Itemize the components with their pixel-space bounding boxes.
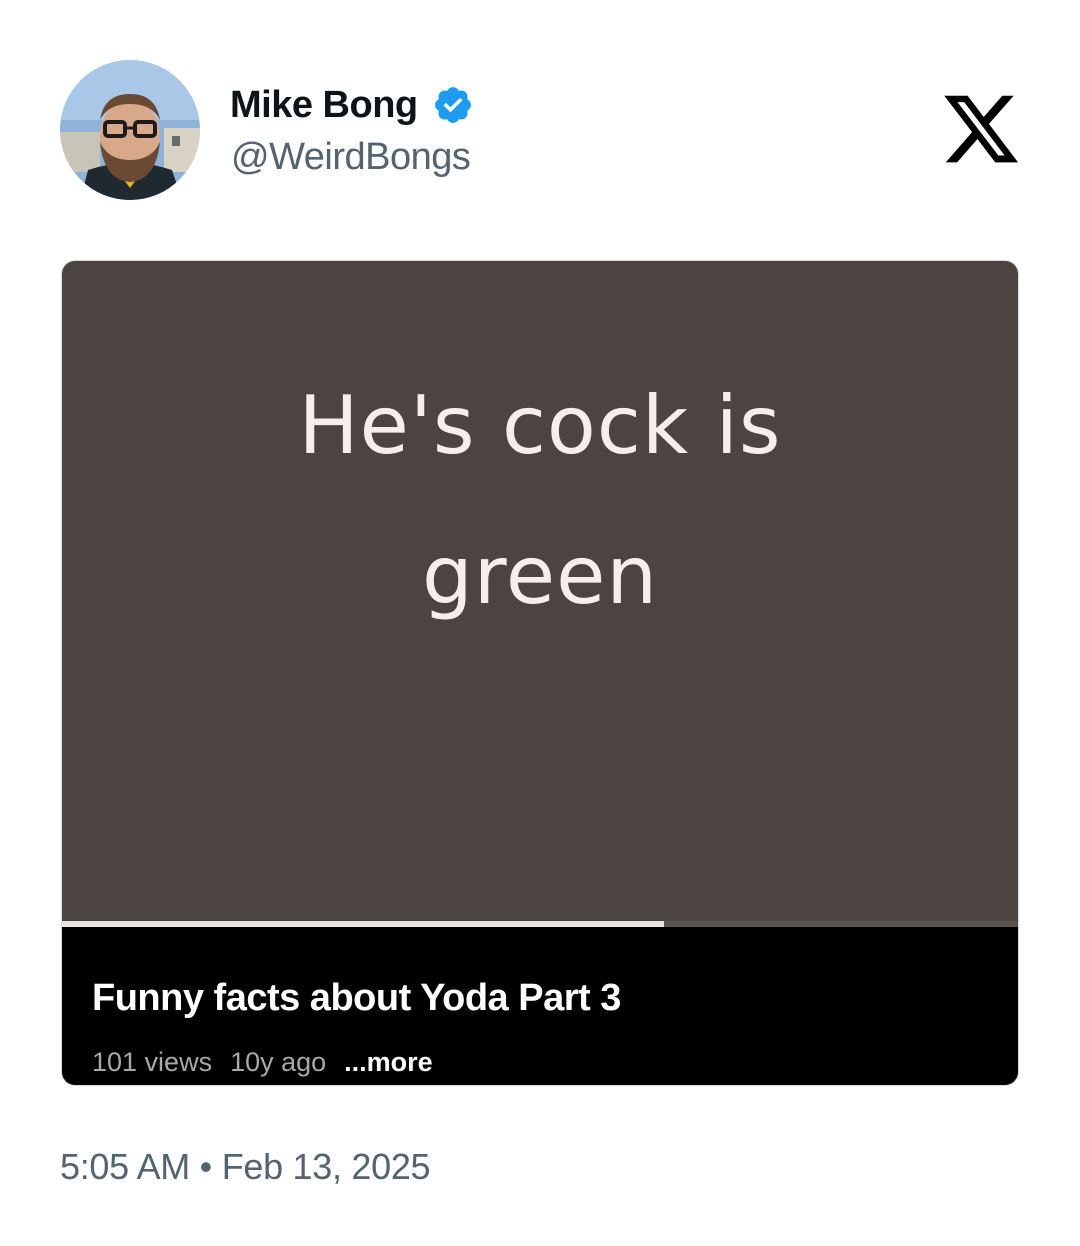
video-caption: He's cock is green <box>62 351 1018 651</box>
avatar-photo <box>60 60 200 200</box>
author-display-name[interactable]: Mike Bong <box>230 84 418 127</box>
post-timestamp[interactable]: 5:05 AM • Feb 13, 2025 <box>60 1146 431 1188</box>
caption-line-1: He's cock is <box>298 379 782 472</box>
upload-age: 10y ago <box>230 1047 327 1077</box>
media-card[interactable]: He's cock is green Funny facts about Yod… <box>61 260 1019 1086</box>
view-count: 101 views <box>92 1047 213 1077</box>
video-frame[interactable]: He's cock is green <box>62 261 1018 923</box>
video-stats: 101 views 10y ago ...more <box>92 1047 433 1078</box>
avatar[interactable] <box>60 60 200 200</box>
x-logo-icon[interactable] <box>940 88 1022 170</box>
author-handle[interactable]: @WeirdBongs <box>231 136 471 179</box>
video-meta-bar: Funny facts about Yoda Part 3 101 views … <box>62 927 1018 1085</box>
more-link[interactable]: ...more <box>344 1047 433 1078</box>
caption-line-2: green <box>421 529 659 622</box>
video-title[interactable]: Funny facts about Yoda Part 3 <box>92 977 621 1020</box>
verified-badge-icon <box>434 87 471 123</box>
author-name-row: Mike Bong <box>230 80 474 130</box>
